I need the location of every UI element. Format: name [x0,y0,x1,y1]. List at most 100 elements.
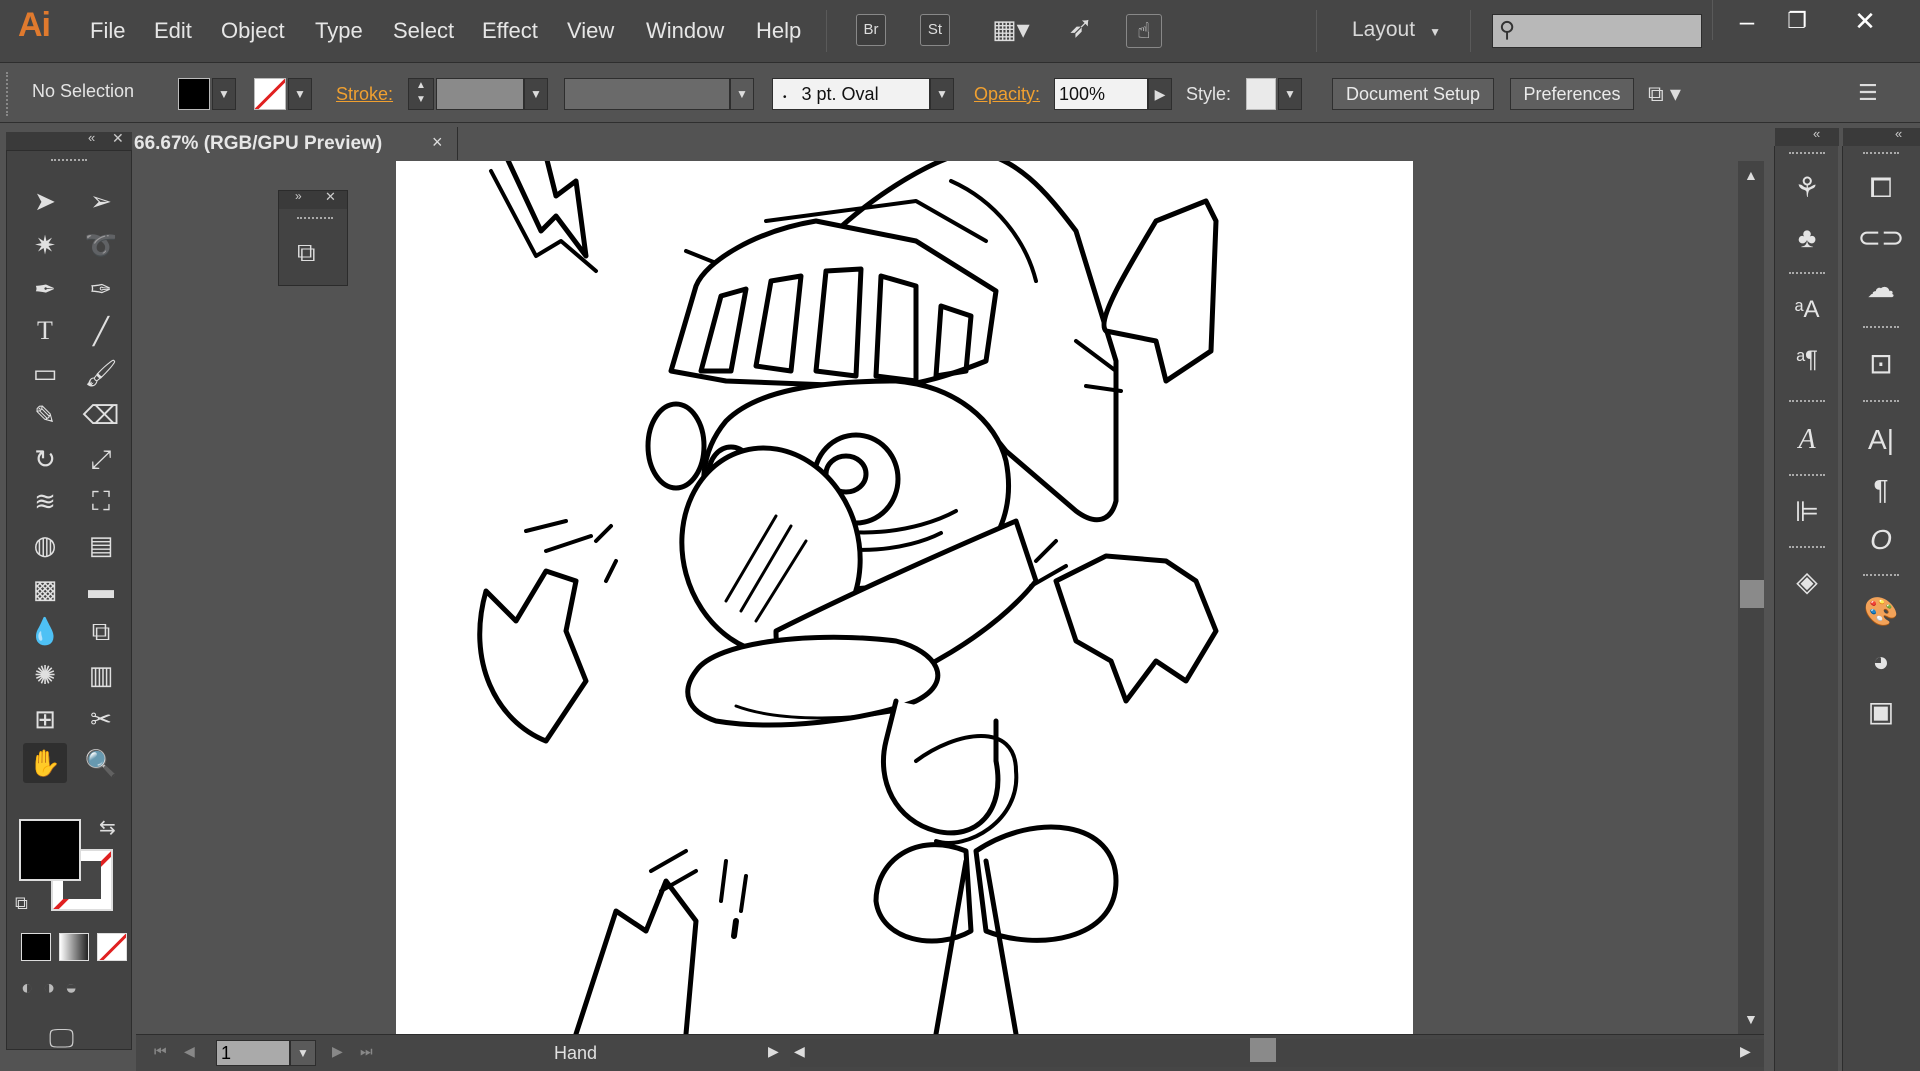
perspective-grid-tool-icon[interactable]: ▤ [79,525,123,565]
drawing-modes-icon[interactable]: ◐◑◒ [21,977,127,1005]
toolbar-grip[interactable] [51,159,87,165]
paintbrush-tool-icon[interactable]: 🖌 [79,353,123,393]
menu-edit[interactable]: Edit [154,18,192,44]
toolbar-header[interactable]: « ✕ [6,130,132,150]
screen-mode-icon[interactable]: 🖵 [49,1023,74,1055]
gpu-performance-icon[interactable]: ➶ [1068,10,1108,50]
eyedropper-tool-icon[interactable]: 💧 [23,611,67,651]
touch-workspace-icon[interactable]: ☝ [1126,14,1162,48]
horizontal-scrollbar[interactable]: ◀ ▶ [790,1039,1764,1067]
artboard[interactable] [396,161,1413,1034]
opacity-field[interactable]: 100% [1054,78,1148,110]
previous-artboard-icon[interactable]: ◀ [184,1043,195,1060]
floating-panel-grip[interactable] [297,217,333,223]
variable-width-profile[interactable] [564,78,730,110]
variable-width-dropdown[interactable]: ▼ [730,78,754,110]
dock-header[interactable]: « [1843,126,1920,146]
panel-group-grip[interactable] [1863,574,1899,580]
panel-menu-icon[interactable]: ☰ [1858,80,1888,110]
paragraph-styles-panel-icon[interactable]: ᵃ¶ [1781,338,1833,382]
glyphs-panel-icon[interactable]: A [1781,418,1833,462]
libraries-panel-icon[interactable]: ☁ [1855,266,1907,310]
maximize-window-icon[interactable]: ❐ [1772,6,1822,36]
gradient-tool-icon[interactable]: ▬ [79,569,123,609]
panel-grip[interactable] [6,72,12,116]
opacity-label[interactable]: Opacity: [974,84,1040,105]
none-mode-button[interactable] [97,933,127,961]
mesh-tool-icon[interactable]: ▩ [23,569,67,609]
graphic-style-dropdown[interactable]: ▼ [1278,78,1302,110]
stroke-weight-dropdown[interactable]: ▼ [524,78,548,110]
fill-dropdown[interactable]: ▼ [212,78,236,110]
color-mode-button[interactable] [21,933,51,961]
arrange-documents-icon[interactable]: ▦▾ [992,14,1044,46]
search-input[interactable]: ⚲ [1492,14,1702,48]
horizontal-scroll-thumb[interactable] [1250,1038,1276,1062]
vertical-scroll-thumb[interactable] [1740,580,1764,608]
dock-header[interactable]: « [1775,126,1839,146]
close-toolbar-icon[interactable]: ✕ [112,130,124,147]
column-graph-tool-icon[interactable]: ▥ [79,655,123,695]
free-transform-tool-icon[interactable]: ⛶ [79,481,123,521]
default-fill-stroke-icon[interactable]: ⧉ [15,893,28,914]
first-artboard-icon[interactable]: ⏮ [154,1043,167,1060]
collapse-dock-icon[interactable]: « [1813,126,1820,141]
stroke-dropdown[interactable]: ▼ [288,78,312,110]
menu-select[interactable]: Select [393,18,454,44]
menu-effect[interactable]: Effect [482,18,538,44]
lasso-tool-icon[interactable]: ➰ [79,225,123,265]
brushes-panel-icon[interactable]: ⚘ [1781,166,1833,210]
panel-group-grip[interactable] [1789,546,1825,552]
artboards-panel-icon[interactable]: ⧠ [1855,166,1907,210]
scroll-left-icon[interactable]: ◀ [794,1043,805,1060]
magic-wand-tool-icon[interactable]: ✷ [23,225,67,265]
symbol-sprayer-tool-icon[interactable]: ✺ [23,655,67,695]
opacity-slider-button[interactable]: ▶ [1148,78,1172,110]
stroke-weight-stepper[interactable]: ▲ ▼ [408,78,434,110]
close-panel-icon[interactable]: ✕ [325,189,336,205]
floating-panel-header[interactable]: » ✕ [279,189,347,209]
workspace-switcher[interactable]: Layout ▼ [1352,18,1441,42]
menu-view[interactable]: View [567,18,614,44]
panel-group-grip[interactable] [1789,474,1825,480]
gradient-panel-icon[interactable]: ▣ [1855,690,1907,734]
width-tool-icon[interactable]: ≋ [23,481,67,521]
stroke-swatch[interactable] [254,78,286,110]
opentype-panel-icon[interactable]: O [1855,518,1907,562]
character-styles-panel-icon[interactable]: ᵃA [1781,288,1833,332]
artboard-dropdown[interactable]: ▼ [290,1040,316,1066]
close-window-icon[interactable]: ✕ [1840,6,1890,36]
document-tab[interactable]: 66.67% (RGB/GPU Preview) [132,127,458,160]
symbols-panel-icon[interactable]: ♣ [1781,216,1833,260]
layers-panel-icon[interactable]: ◈ [1781,560,1833,604]
paragraph-panel-icon[interactable]: ¶ [1855,468,1907,512]
menu-window[interactable]: Window [646,18,724,44]
stroke-weight-field[interactable] [436,78,524,110]
panel-group-grip[interactable] [1863,326,1899,332]
graphic-style-swatch[interactable] [1246,78,1276,110]
collapse-toolbar-icon[interactable]: « [88,130,95,145]
fill-swatch[interactable] [178,78,210,110]
character-panel-icon[interactable]: A| [1855,418,1907,462]
line-segment-tool-icon[interactable]: ╱ [79,311,123,351]
minimize-window-icon[interactable]: – [1722,6,1772,36]
last-artboard-icon[interactable]: ⏭ [360,1043,373,1060]
brush-definition-dropdown[interactable]: ▼ [930,78,954,110]
panel-group-grip[interactable] [1863,152,1899,158]
fill-color-box[interactable] [19,819,81,881]
blend-tool-icon[interactable]: ⧉ [79,611,123,651]
preferences-button[interactable]: Preferences [1510,78,1634,110]
direct-selection-tool-icon[interactable]: ➢ [79,181,123,221]
slice-tool-icon[interactable]: ✂ [79,699,123,739]
menu-type[interactable]: Type [315,18,363,44]
scroll-up-icon[interactable]: ▲ [1744,167,1758,183]
brush-definition-field[interactable]: • 3 pt. Oval [772,78,930,110]
menu-object[interactable]: Object [221,18,285,44]
artboard-tool-icon[interactable]: ⊞ [23,699,67,739]
curvature-tool-icon[interactable]: ✑ [79,269,123,309]
artboard-number-field[interactable]: 1 [216,1040,290,1066]
collapse-dock-icon[interactable]: « [1895,126,1902,141]
rotate-tool-icon[interactable]: ↻ [23,439,67,479]
stock-button[interactable]: St [920,14,950,46]
pencil-tool-icon[interactable]: ✎ [23,395,67,435]
